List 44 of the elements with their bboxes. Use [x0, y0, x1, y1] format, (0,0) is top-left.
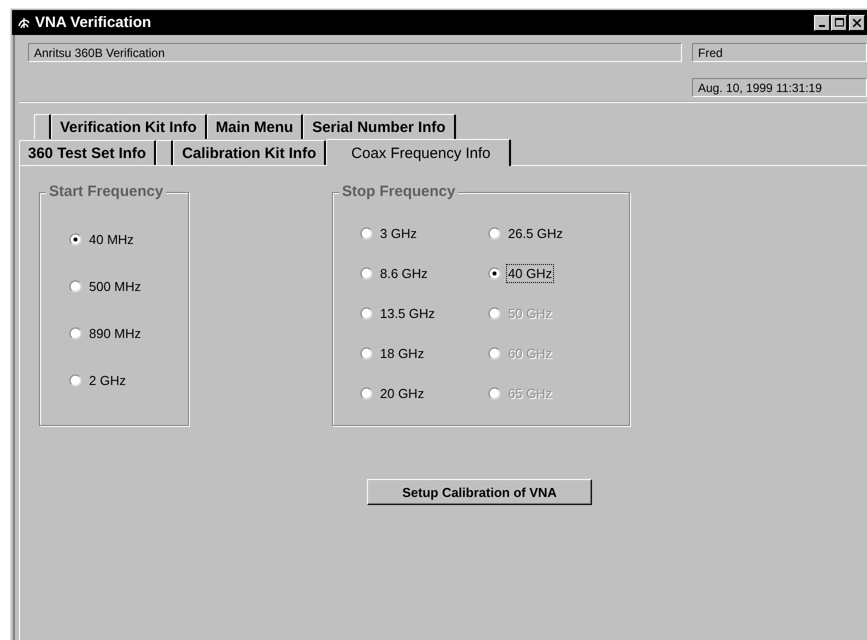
setup-calibration-button[interactable]: Setup Calibration of VNA	[367, 479, 592, 505]
tab[interactable]: Coax Frequency Info	[326, 139, 511, 166]
option-label[interactable]: 18 GHz	[379, 345, 426, 362]
tab[interactable]: Verification Kit Info	[51, 114, 207, 139]
maximize-button[interactable]	[831, 14, 847, 30]
blank-tab[interactable]	[156, 140, 174, 165]
radio-button[interactable]	[360, 227, 373, 240]
close-button[interactable]	[849, 14, 865, 30]
tab[interactable]: 360 Test Set Info	[19, 140, 156, 165]
option-label[interactable]: 500 MHz	[88, 278, 142, 295]
blank-tab[interactable]	[34, 114, 51, 139]
minimize-icon	[819, 24, 825, 26]
option-label[interactable]: 40 MHz	[88, 231, 135, 248]
window-title: VNA Verification	[35, 14, 152, 31]
option-label[interactable]: 2 GHz	[88, 372, 127, 389]
radio-button[interactable]	[69, 327, 82, 340]
radio-button[interactable]	[360, 387, 373, 400]
radio-button[interactable]	[69, 233, 82, 246]
close-icon	[853, 18, 861, 26]
option-label[interactable]: 3 GHz	[379, 225, 418, 242]
user-field: Fred	[692, 43, 867, 62]
group-title: Start Frequency	[46, 183, 166, 201]
radio-button[interactable]	[488, 227, 501, 240]
radio-button[interactable]	[69, 374, 82, 387]
app-icon	[18, 16, 30, 28]
radio-button[interactable]	[360, 267, 373, 280]
tab[interactable]: Serial Number Info	[303, 114, 456, 139]
title-field: Anritsu 360B Verification	[28, 43, 682, 62]
group-title: Stop Frequency	[339, 183, 458, 201]
option-label[interactable]: 20 GHz	[379, 385, 426, 402]
option-label[interactable]: 13.5 GHz	[379, 305, 436, 322]
tab[interactable]: Calibration Kit Info	[173, 140, 326, 165]
option-label[interactable]: 26.5 GHz	[507, 225, 564, 242]
option-label[interactable]: 890 MHz	[88, 325, 142, 342]
tab[interactable]: Main Menu	[206, 114, 304, 139]
maximize-icon	[834, 18, 844, 27]
option-label[interactable]: 40 GHz	[507, 265, 554, 282]
radio-button[interactable]	[488, 267, 501, 280]
radio-button[interactable]	[360, 307, 373, 320]
radio-button[interactable]	[360, 347, 373, 360]
datetime-field: Aug. 10, 1999 11:31:19	[692, 78, 867, 97]
minimize-button[interactable]	[814, 14, 830, 30]
option-label[interactable]: 8.6 GHz	[379, 265, 429, 282]
radio-button[interactable]	[69, 280, 82, 293]
